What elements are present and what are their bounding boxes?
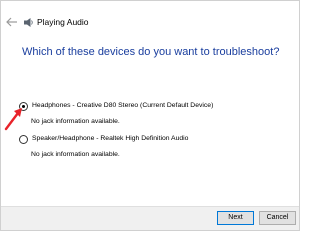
radio-button-selected[interactable] — [19, 101, 28, 111]
troubleshooter-window: Playing Audio Which of these devices do … — [0, 0, 300, 231]
page-heading: Which of these devices do you want to tr… — [22, 46, 280, 58]
back-button[interactable] — [5, 16, 19, 28]
window-title: Playing Audio — [37, 17, 89, 27]
device-option-speaker[interactable]: Speaker/Headphone - Realtek High Definit… — [19, 134, 188, 144]
radio-button[interactable] — [19, 134, 28, 144]
footer-bar — [1, 206, 299, 230]
speaker-icon — [23, 17, 34, 28]
device-option-label: Headphones - Creative D80 Stereo (Curren… — [32, 102, 214, 109]
device-option-headphones[interactable]: Headphones - Creative D80 Stereo (Curren… — [19, 101, 213, 111]
jack-info-text: No jack information available. — [31, 118, 120, 125]
next-button[interactable]: Next — [217, 211, 254, 225]
back-arrow-icon — [6, 17, 17, 27]
jack-info-text: No jack information available. — [31, 151, 120, 158]
cancel-button[interactable]: Cancel — [259, 211, 296, 225]
device-option-label: Speaker/Headphone - Realtek High Definit… — [32, 135, 189, 142]
